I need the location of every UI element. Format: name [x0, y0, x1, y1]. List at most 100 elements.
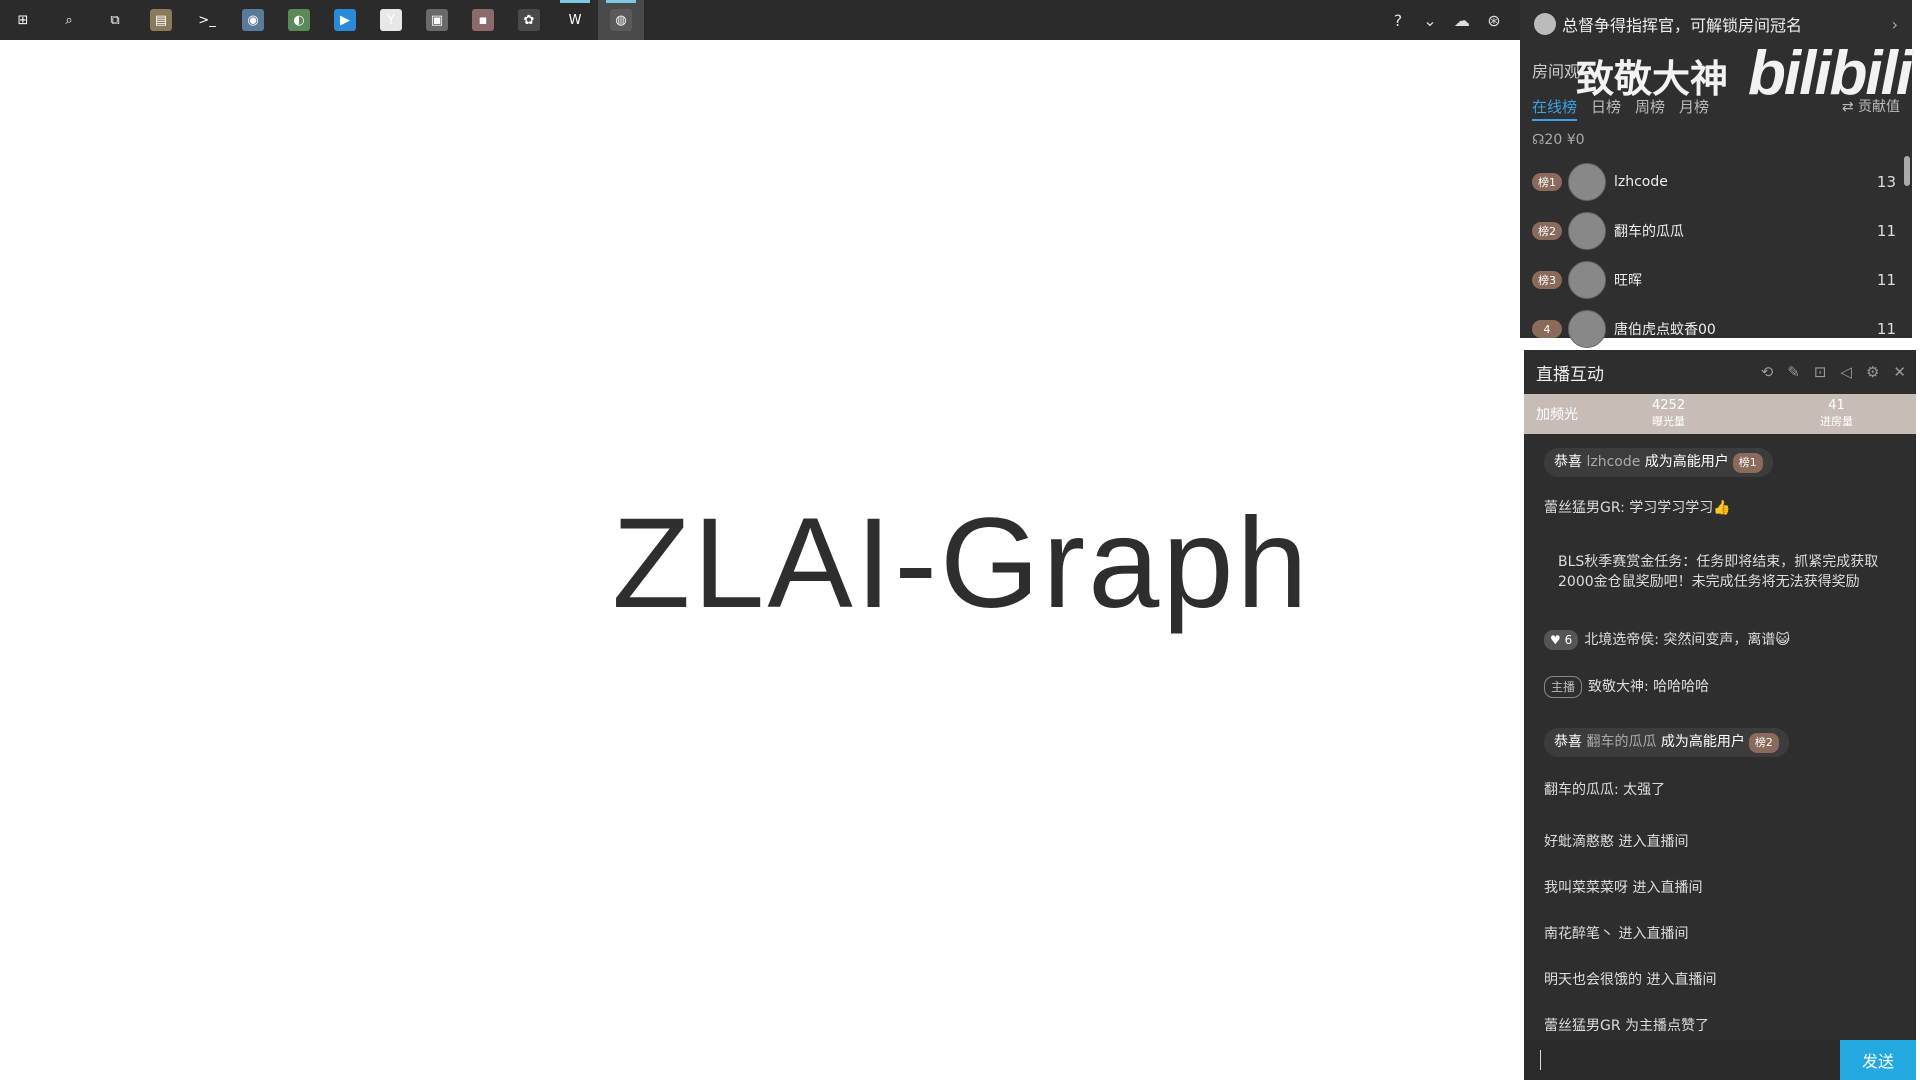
- search-icon-glyph: ⌕: [58, 9, 80, 31]
- rank-score: 11: [1876, 222, 1896, 240]
- gear-icon[interactable]: ⚙: [1866, 363, 1879, 381]
- chat-message: 明天也会很饿的 进入直播间: [1544, 970, 1894, 990]
- tab-rank-3[interactable]: 月榜: [1679, 96, 1709, 121]
- rank-row[interactable]: 4 唐伯虎点蚊香00 11: [1532, 305, 1896, 353]
- rank-row[interactable]: 榜3 旺晖 11: [1532, 256, 1896, 304]
- help-icon[interactable]: ?: [1382, 0, 1414, 40]
- volume-icon[interactable]: ◁: [1840, 363, 1852, 381]
- chat-message: 恭喜 lzhcode 成为高能用户 榜1: [1544, 448, 1894, 477]
- rank-score: 13: [1876, 173, 1896, 191]
- stat-entries: 41 进房量: [1820, 398, 1853, 430]
- task-view-icon-glyph: ⧉: [104, 9, 126, 31]
- notice-prefix: 恭喜: [1554, 734, 1582, 750]
- notice-user[interactable]: lzhcode: [1586, 454, 1640, 470]
- rank-banner-text: 总督争得指挥官，可解锁房间冠名: [1562, 16, 1803, 35]
- streamer-watermark: 致敬大神: [1576, 57, 1729, 101]
- tab-rank-2[interactable]: 周榜: [1635, 96, 1665, 121]
- avatar[interactable]: [1568, 261, 1606, 299]
- notice-suffix: 成为高能用户: [1660, 734, 1745, 750]
- chat-text: BLS秋季赛赏金任务：任务即将结束，抓紧完成获取2000金仓鼠奖励吧！未完成任务…: [1558, 554, 1879, 590]
- tab-rank-0[interactable]: 在线榜: [1532, 96, 1578, 121]
- terminal-icon-glyph: >_: [196, 9, 218, 31]
- live-app-icon-glyph: ◍: [610, 9, 632, 31]
- rank-username[interactable]: 旺晖: [1614, 270, 1642, 290]
- chat-list[interactable]: 恭喜 lzhcode 成为高能用户 榜1 蕾丝猛男GR: 学习学习学习👍 BLS秋季赛…: [1524, 434, 1916, 1034]
- fan-medal[interactable]: ♥ 6: [1544, 630, 1579, 650]
- notice-user[interactable]: 翻车的瓜瓜: [1586, 734, 1656, 750]
- rank-row[interactable]: 榜2 翻车的瓜瓜 11: [1532, 207, 1896, 255]
- refresh-icon[interactable]: ⟲: [1761, 363, 1774, 381]
- windows-start-icon-glyph: ⊞: [12, 9, 34, 31]
- chat-text: 明天也会很饿的 进入直播间: [1544, 972, 1717, 988]
- chevron-right-icon: ›: [1891, 14, 1898, 34]
- rank-username[interactable]: 唐伯虎点蚊香00: [1614, 319, 1716, 339]
- chrome-icon[interactable]: ◉: [230, 0, 276, 40]
- chat-text: 北境选帝侯: 突然间变声，离谱😺: [1584, 632, 1790, 648]
- live-app-icon[interactable]: ◍: [598, 0, 644, 40]
- send-button[interactable]: 发送: [1840, 1040, 1916, 1080]
- rank-score: 11: [1876, 271, 1896, 289]
- chat-text: 蕾丝猛男GR 为主播点赞了: [1544, 1018, 1710, 1034]
- chat-message: 蕾丝猛男GR 为主播点赞了: [1544, 1016, 1894, 1036]
- chat-message: 南花醉笔丶 进入直播间: [1544, 924, 1894, 944]
- rank-row[interactable]: 榜1 lzhcode 13: [1532, 158, 1896, 206]
- rank-username[interactable]: lzhcode: [1614, 174, 1668, 190]
- crown-icon: [1534, 13, 1556, 35]
- avatar[interactable]: [1568, 212, 1606, 250]
- cloud-icon[interactable]: ☁: [1446, 0, 1478, 40]
- rank-badge: 榜2: [1532, 222, 1562, 240]
- avatar[interactable]: [1568, 163, 1606, 201]
- text-caret: [1540, 1050, 1541, 1070]
- chat-message: 翻车的瓜瓜: 太强了: [1544, 780, 1894, 800]
- close-icon[interactable]: ✕: [1893, 363, 1906, 381]
- white-app-icon-glyph: Y: [380, 9, 402, 31]
- search-icon[interactable]: ⌕: [46, 0, 92, 40]
- notice-prefix: 恭喜: [1554, 454, 1582, 470]
- rank-badge: 4: [1532, 320, 1562, 338]
- chevron-down-icon[interactable]: ⌄: [1414, 0, 1446, 40]
- game-app-icon[interactable]: ✿: [506, 0, 552, 40]
- stat-exposure: 4252 曝光量: [1652, 398, 1685, 430]
- chat-message: 恭喜 翻车的瓜瓜 成为高能用户 榜2: [1544, 728, 1894, 757]
- white-app-icon[interactable]: Y: [368, 0, 414, 40]
- chat-input[interactable]: 发送: [1524, 1040, 1916, 1080]
- wechat-icon[interactable]: ◐: [276, 0, 322, 40]
- chat-message: 好蚍滴憨憨 进入直播间: [1544, 832, 1894, 852]
- blue-app-icon[interactable]: ▶: [322, 0, 368, 40]
- viewer-counts: ☊20 ¥0: [1532, 132, 1585, 148]
- contribution-sort[interactable]: ⇄ 贡献值: [1842, 96, 1900, 116]
- network-icon[interactable]: ⊛: [1478, 0, 1510, 40]
- edit-icon[interactable]: ✎: [1787, 363, 1800, 381]
- stat-exposure-value: 4252: [1652, 398, 1686, 413]
- terminal-icon[interactable]: >_: [184, 0, 230, 40]
- chat-message: BLS秋季赛赏金任务：任务即将结束，抓紧完成获取2000金仓鼠奖励吧！未完成任务…: [1544, 552, 1904, 592]
- chat-header: 直播互动 ⟲ ✎ ⊡ ◁ ⚙ ✕: [1524, 350, 1916, 394]
- tab-rank-1[interactable]: 日榜: [1591, 96, 1621, 121]
- chat-message: 我叫菜菜菜呀 进入直播间: [1544, 878, 1894, 898]
- host-tag: 主播: [1544, 676, 1583, 698]
- blue-app-icon-glyph: ▶: [334, 9, 356, 31]
- taskbar: ⊞ ⌕ ⧉ ▤ >_ ◉ ◐ ▶ Y ▣ ▪ ✿ W ◍ ? ⌄ ☁ ⊛: [0, 0, 1520, 40]
- lock-icon[interactable]: ⊡: [1814, 363, 1827, 381]
- chat-message: 主播 致敬大神: 哈哈哈哈: [1544, 676, 1894, 698]
- task-view-icon[interactable]: ⧉: [92, 0, 138, 40]
- brown-app-icon-glyph: ▪: [472, 9, 494, 31]
- editor-icon[interactable]: ▣: [414, 0, 460, 40]
- chat-title: 直播互动: [1536, 364, 1604, 385]
- rank-badge: 榜1: [1732, 453, 1763, 473]
- rank-badge: 榜1: [1532, 173, 1562, 191]
- windows-start-icon[interactable]: ⊞: [0, 0, 46, 40]
- file-explorer-icon[interactable]: ▤: [138, 0, 184, 40]
- rank-username[interactable]: 翻车的瓜瓜: [1614, 221, 1684, 241]
- game-app-icon-glyph: ✿: [518, 9, 540, 31]
- stat-exposure-label: 曝光量: [1652, 415, 1686, 428]
- chat-text: 南花醉笔丶 进入直播间: [1544, 926, 1689, 942]
- avatar[interactable]: [1568, 310, 1606, 348]
- rank-badge: 榜2: [1748, 733, 1779, 753]
- chat-message: ♥ 6 北境选帝侯: 突然间变声，离谱😺: [1544, 630, 1894, 650]
- chat-tools: ⟲ ✎ ⊡ ◁ ⚙ ✕: [1761, 363, 1906, 381]
- wps-icon[interactable]: W: [552, 0, 598, 40]
- rank-scrollbar[interactable]: [1904, 156, 1910, 186]
- high-energy-notice: 恭喜 lzhcode 成为高能用户 榜1: [1544, 448, 1773, 477]
- brown-app-icon[interactable]: ▪: [460, 0, 506, 40]
